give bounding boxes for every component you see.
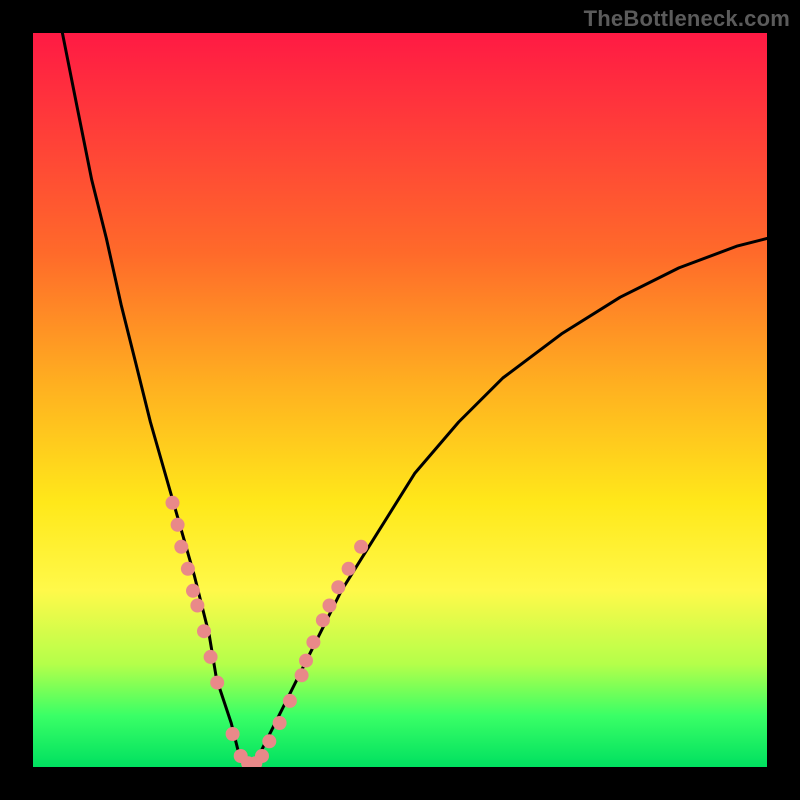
marker-dot [262, 734, 276, 748]
marker-dot [255, 749, 269, 763]
marker-dot [186, 584, 200, 598]
marker-dots [166, 496, 369, 767]
chart-frame: TheBottleneck.com [0, 0, 800, 800]
marker-dot [210, 676, 224, 690]
marker-dot [197, 624, 211, 638]
marker-dot [283, 694, 297, 708]
marker-dot [316, 613, 330, 627]
curve-line [62, 33, 767, 767]
watermark-text: TheBottleneck.com [584, 6, 790, 32]
marker-dot [323, 599, 337, 613]
marker-dot [273, 716, 287, 730]
chart-plot-area [33, 33, 767, 767]
chart-svg [33, 33, 767, 767]
marker-dot [331, 580, 345, 594]
marker-dot [342, 562, 356, 576]
marker-dot [226, 727, 240, 741]
marker-dot [299, 654, 313, 668]
marker-dot [166, 496, 180, 510]
marker-dot [204, 650, 218, 664]
marker-dot [171, 518, 185, 532]
marker-dot [354, 540, 368, 554]
marker-dot [295, 668, 309, 682]
marker-dot [306, 635, 320, 649]
marker-dot [181, 562, 195, 576]
marker-dot [174, 540, 188, 554]
marker-dot [190, 599, 204, 613]
